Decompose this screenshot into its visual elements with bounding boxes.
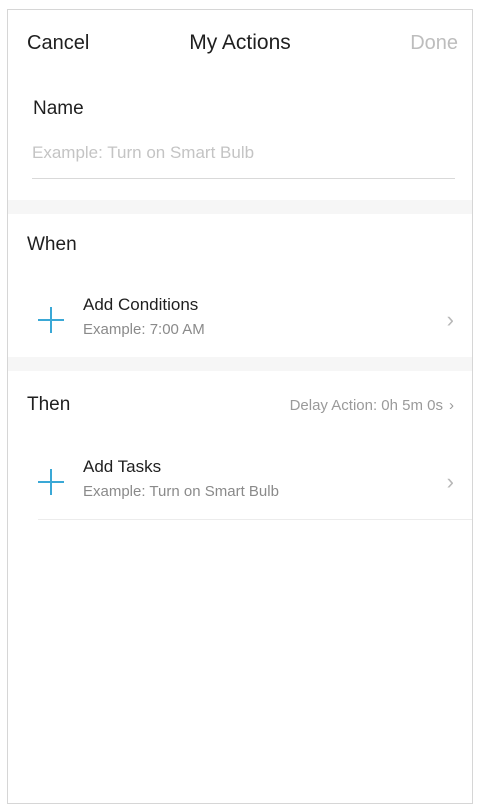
screen: Cancel My Actions Done Name When Add Con… [7,9,473,804]
chevron-right-icon: › [446,469,454,494]
name-input[interactable] [32,136,455,179]
chevron-right-icon: › [446,307,454,332]
name-label: Name [33,98,84,119]
delay-action-label: Delay Action: 0h 5m 0s [289,397,443,414]
delay-action-button[interactable]: Delay Action: 0h 5m 0s › [290,397,454,414]
add-conditions-row[interactable]: Add Conditions Example: 7:00 AM › [8,293,472,355]
then-section-title: Then [27,394,71,415]
add-tasks-example: Example: Turn on Smart Bulb [83,483,279,500]
cancel-button[interactable]: Cancel [27,32,89,55]
plus-icon [38,307,64,333]
when-section-title: When [27,234,77,255]
section-divider [8,357,472,371]
done-button[interactable]: Done [410,32,458,55]
row-separator [38,519,472,520]
add-conditions-title: Add Conditions [83,295,199,314]
add-tasks-title: Add Tasks [83,457,162,476]
add-tasks-row[interactable]: Add Tasks Example: Turn on Smart Bulb › [8,455,472,517]
add-conditions-example: Example: 7:00 AM [83,321,205,338]
chevron-right-icon: › [449,397,454,414]
navigation-bar: Cancel My Actions Done [8,10,472,76]
section-divider [8,200,472,214]
plus-icon [38,469,64,495]
